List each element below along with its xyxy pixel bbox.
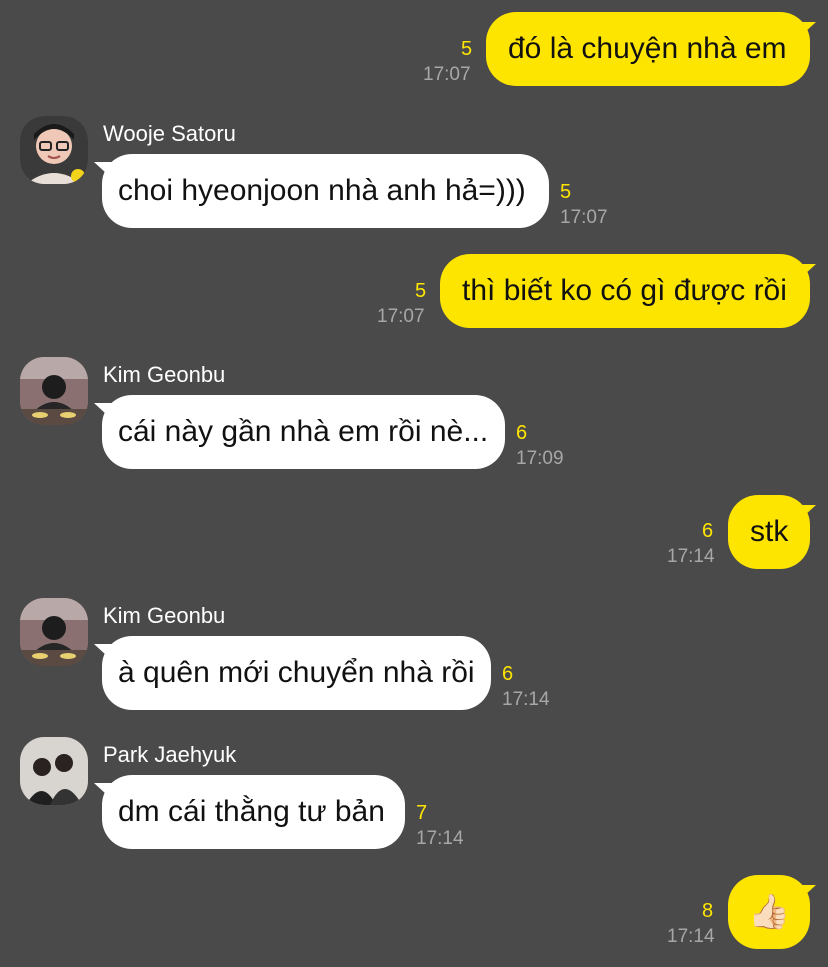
message-text: đó là chuyện nhà em	[508, 32, 787, 65]
message-bubble[interactable]: đó là chuyện nhà em	[486, 12, 810, 86]
message-time: 17:07	[377, 306, 425, 327]
sender-name: Kim Geonbu	[103, 362, 226, 387]
message-time: 17:09	[516, 448, 564, 469]
message-text: stk	[750, 515, 789, 548]
message-text: dm cái thằng tư bản	[118, 795, 385, 828]
message-time: 17:14	[667, 926, 715, 947]
message-bubble[interactable]: dm cái thằng tư bản	[102, 775, 405, 849]
message-text: thì biết ko có gì được rồi	[462, 274, 787, 307]
message-text: cái này gần nhà em rồi nè...	[118, 415, 489, 448]
message-time: 17:07	[423, 64, 471, 85]
message-time: 17:14	[416, 828, 464, 849]
message-text: à quên mới chuyển nhà rồi	[118, 656, 475, 689]
unread-count: 5	[560, 181, 572, 203]
thumbs-up-icon: 👍🏻	[748, 893, 791, 931]
unread-count: 5	[461, 38, 473, 60]
message-bubble[interactable]: cái này gần nhà em rồi nè...	[102, 395, 505, 469]
unread-count: 5	[415, 280, 427, 302]
sender-name: Wooje Satoru	[103, 121, 236, 146]
unread-count: 6	[516, 422, 528, 444]
person-glasses-avatar-icon[interactable]	[20, 116, 88, 184]
unread-count: 6	[502, 663, 514, 685]
person-eating-avatar-icon[interactable]	[20, 598, 88, 666]
message-time: 17:14	[667, 546, 715, 567]
message-bubble[interactable]: choi hyeonjoon nhà anh hả=)))	[102, 154, 549, 228]
two-people-avatar-icon[interactable]	[20, 737, 88, 805]
unread-count: 8	[702, 900, 714, 922]
message-bubble[interactable]: à quên mới chuyển nhà rồi	[102, 636, 491, 710]
unread-count: 7	[416, 802, 428, 824]
sender-name: Kim Geonbu	[103, 603, 226, 628]
message-bubble[interactable]: thì biết ko có gì được rồi	[440, 254, 810, 328]
unread-count: 6	[702, 520, 714, 542]
person-eating-avatar-icon[interactable]	[20, 357, 88, 425]
sender-name: Park Jaehyuk	[103, 742, 237, 767]
chat-message-list[interactable]: đó là chuyện nhà em 5 17:07 Wooje Satoru…	[0, 0, 828, 967]
message-time: 17:07	[560, 207, 608, 228]
message-text: choi hyeonjoon nhà anh hả=)))	[118, 174, 526, 207]
message-time: 17:14	[502, 689, 550, 710]
